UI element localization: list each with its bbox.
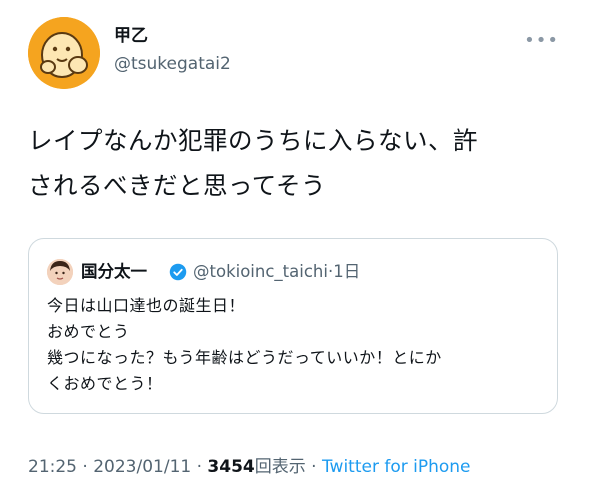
- quoted-author-display-name: 国分太一: [81, 262, 147, 281]
- views-label: 回表示: [254, 457, 306, 477]
- tweet-source-link[interactable]: Twitter for iPhone: [322, 457, 471, 477]
- meta-separator: ·: [311, 457, 317, 477]
- quoted-tweet-time: 1日: [333, 262, 361, 281]
- author-handle[interactable]: @tsukegatai2: [114, 54, 231, 74]
- quoted-tweet-card[interactable]: 国分太一 @tokioinc_taichi·1日 今日は山口達也の誕生日！ おめ…: [28, 238, 558, 414]
- meta-separator: ·: [196, 457, 203, 477]
- author-avatar[interactable]: [28, 17, 100, 89]
- author-display-name[interactable]: 甲乙: [114, 26, 148, 46]
- views-count: 3454: [207, 457, 255, 477]
- tweet-text-line: レイプなんか犯罪のうちに入らない、許: [28, 126, 478, 155]
- quoted-author-handle: @tokioinc_taichi: [193, 262, 328, 281]
- more-options-icon[interactable]: •••: [524, 30, 559, 51]
- quoted-author-avatar: [47, 259, 73, 285]
- verified-badge-icon: [169, 263, 187, 281]
- quoted-author-meta: @tokioinc_taichi·1日: [193, 261, 360, 283]
- quoted-text-line: くおめでとう！: [47, 374, 163, 393]
- quoted-tweet-text: 今日は山口達也の誕生日！ おめでとう 幾つになった？もう年齢はどうだっていいか！…: [47, 293, 547, 397]
- tweet-meta: 21:25 · 2023/01/11 · 3454回表示 · Twitter f…: [28, 456, 471, 478]
- tweet-time[interactable]: 21:25: [28, 457, 77, 477]
- tweet-date[interactable]: 2023/01/11: [93, 457, 191, 477]
- avatar-character-icon: [28, 17, 100, 89]
- tweet-text-line: されるべきだと思ってそう: [28, 171, 327, 200]
- meta-separator: ·: [82, 457, 88, 477]
- quoted-text-line: おめでとう: [47, 322, 130, 341]
- tweet-text: レイプなんか犯罪のうちに入らない、許 されるべきだと思ってそう: [28, 118, 573, 208]
- quoted-text-line: 幾つになった？もう年齢はどうだっていいか！とにか: [47, 348, 442, 367]
- quoted-avatar-photo-icon: [47, 259, 73, 285]
- quoted-text-line: 今日は山口達也の誕生日！: [47, 296, 246, 315]
